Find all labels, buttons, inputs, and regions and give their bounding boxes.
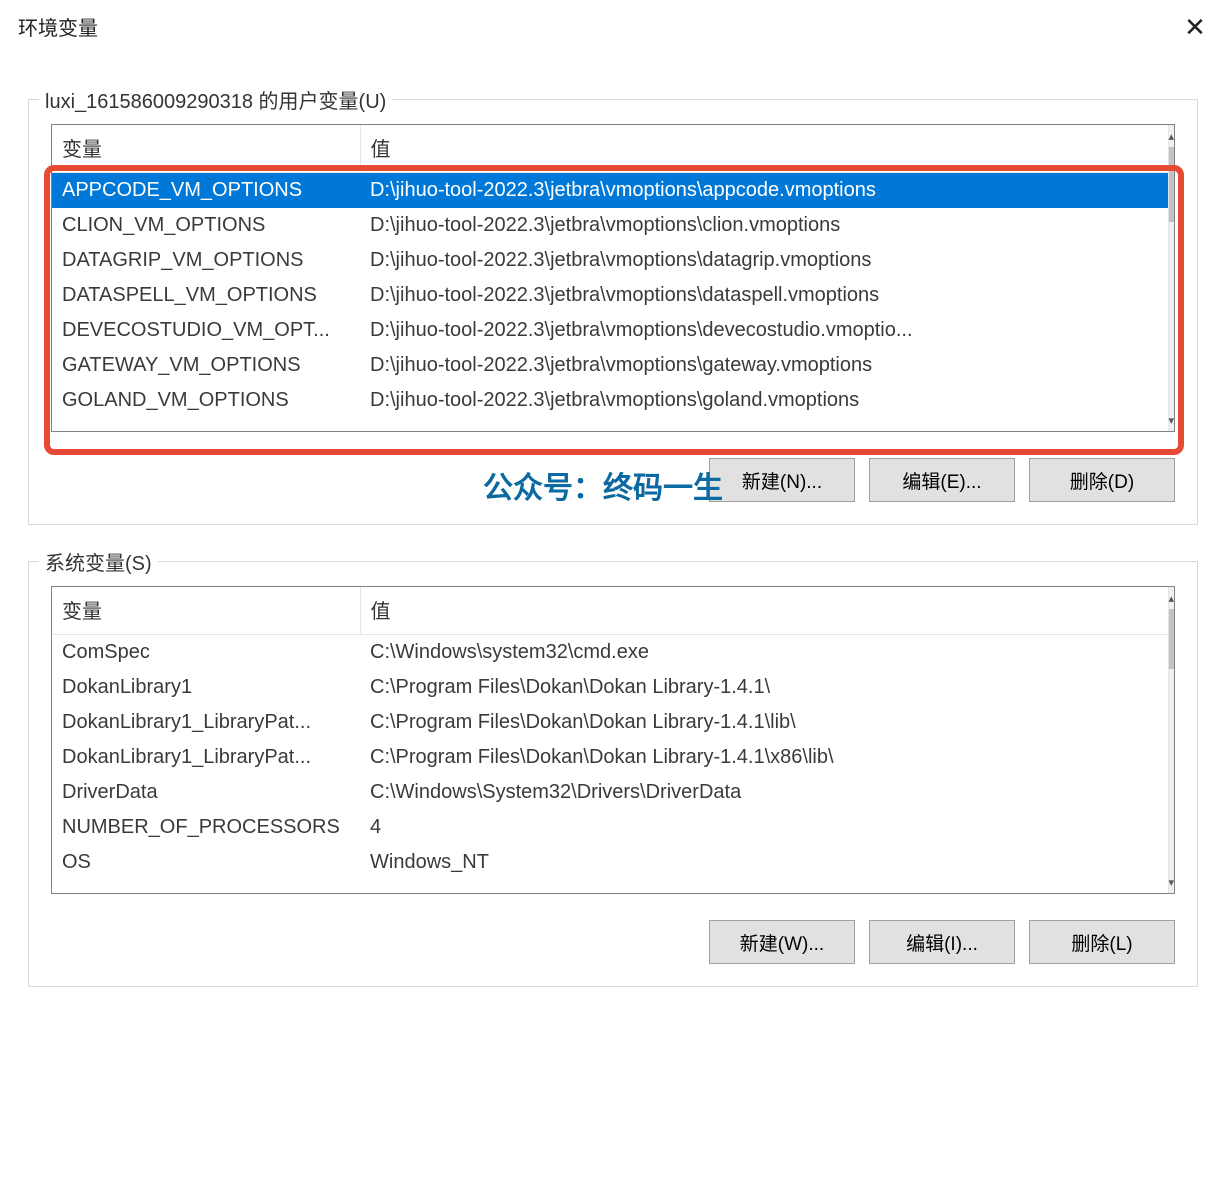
cell-variable: DriverData [52, 775, 360, 810]
scroll-down-icon[interactable]: ▾ [1169, 409, 1175, 431]
system-vars-group: 系统变量(S) 变量 值 ComSpecC:\Windows\system32\… [28, 561, 1198, 987]
table-row[interactable]: NUMBER_OF_PROCESSORS4 [52, 810, 1168, 845]
table-row[interactable]: DATASPELL_VM_OPTIONSD:\jihuo-tool-2022.3… [52, 278, 1168, 313]
system-scrollbar[interactable]: ▴ ▾ [1168, 587, 1175, 893]
cell-variable: CLION_VM_OPTIONS [52, 208, 360, 243]
table-row[interactable]: GOLAND_VM_OPTIONSD:\jihuo-tool-2022.3\je… [52, 383, 1168, 418]
cell-variable: DATASPELL_VM_OPTIONS [52, 278, 360, 313]
system-buttons-row: 新建(W)... 编辑(I)... 删除(L) [51, 920, 1175, 964]
cell-value: C:\Windows\System32\Drivers\DriverData [360, 775, 1168, 810]
table-row[interactable]: ComSpecC:\Windows\system32\cmd.exe [52, 635, 1168, 671]
user-buttons-row: 公众号：终码一生 新建(N)... 编辑(E)... 删除(D) [51, 458, 1175, 502]
user-vars-legend: luxi_161586009290318 的用户变量(U) [39, 85, 392, 114]
window-title: 环境变量 [18, 12, 98, 41]
cell-variable: OS [52, 845, 360, 880]
system-vars-legend: 系统变量(S) [39, 547, 158, 576]
cell-variable: APPCODE_VM_OPTIONS [52, 173, 360, 209]
user-new-button[interactable]: 新建(N)... [709, 458, 855, 502]
system-header-value[interactable]: 值 [360, 587, 1168, 635]
table-row[interactable]: OSWindows_NT [52, 845, 1168, 880]
cell-variable: GOLAND_VM_OPTIONS [52, 383, 360, 418]
cell-value: C:\Windows\system32\cmd.exe [360, 635, 1168, 671]
user-edit-button[interactable]: 编辑(E)... [869, 458, 1015, 502]
table-row[interactable]: DATAGRIP_VM_OPTIONSD:\jihuo-tool-2022.3\… [52, 243, 1168, 278]
cell-variable: DATAGRIP_VM_OPTIONS [52, 243, 360, 278]
table-row[interactable]: DokanLibrary1_LibraryPat...C:\Program Fi… [52, 740, 1168, 775]
cell-value: D:\jihuo-tool-2022.3\jetbra\vmoptions\cl… [360, 208, 1168, 243]
table-row[interactable]: GATEWAY_VM_OPTIONSD:\jihuo-tool-2022.3\j… [52, 348, 1168, 383]
user-header-variable[interactable]: 变量 [52, 125, 360, 173]
table-row[interactable]: DokanLibrary1_LibraryPat...C:\Program Fi… [52, 705, 1168, 740]
cell-value: C:\Program Files\Dokan\Dokan Library-1.4… [360, 670, 1168, 705]
cell-variable: DokanLibrary1 [52, 670, 360, 705]
cell-value: C:\Program Files\Dokan\Dokan Library-1.4… [360, 740, 1168, 775]
user-vars-table-wrap: 变量 值 APPCODE_VM_OPTIONSD:\jihuo-tool-202… [51, 124, 1175, 432]
cell-variable: NUMBER_OF_PROCESSORS [52, 810, 360, 845]
cell-value: D:\jihuo-tool-2022.3\jetbra\vmoptions\da… [360, 278, 1168, 313]
cell-variable: DEVECOSTUDIO_VM_OPT... [52, 313, 360, 348]
cell-variable: DokanLibrary1_LibraryPat... [52, 705, 360, 740]
scroll-up-icon[interactable]: ▴ [1169, 125, 1175, 147]
cell-value: D:\jihuo-tool-2022.3\jetbra\vmoptions\ga… [360, 348, 1168, 383]
system-new-button[interactable]: 新建(W)... [709, 920, 855, 964]
user-vars-table[interactable]: 变量 值 APPCODE_VM_OPTIONSD:\jihuo-tool-202… [52, 125, 1168, 418]
system-vars-table-wrap: 变量 值 ComSpecC:\Windows\system32\cmd.exeD… [51, 586, 1175, 894]
watermark-text: 公众号：终码一生 [483, 463, 723, 507]
scroll-thumb[interactable] [1169, 609, 1175, 669]
cell-value: D:\jihuo-tool-2022.3\jetbra\vmoptions\de… [360, 313, 1168, 348]
cell-variable: ComSpec [52, 635, 360, 671]
dialog-content: luxi_161586009290318 的用户变量(U) 变量 值 APPCO… [0, 47, 1226, 987]
table-row[interactable]: APPCODE_VM_OPTIONSD:\jihuo-tool-2022.3\j… [52, 173, 1168, 209]
cell-variable: GATEWAY_VM_OPTIONS [52, 348, 360, 383]
table-row[interactable]: DEVECOSTUDIO_VM_OPT...D:\jihuo-tool-2022… [52, 313, 1168, 348]
user-scrollbar[interactable]: ▴ ▾ [1168, 125, 1175, 431]
cell-value: D:\jihuo-tool-2022.3\jetbra\vmoptions\ap… [360, 173, 1168, 209]
user-vars-group: luxi_161586009290318 的用户变量(U) 变量 值 APPCO… [28, 99, 1198, 525]
cell-value: D:\jihuo-tool-2022.3\jetbra\vmoptions\go… [360, 383, 1168, 418]
table-row[interactable]: CLION_VM_OPTIONSD:\jihuo-tool-2022.3\jet… [52, 208, 1168, 243]
system-delete-button[interactable]: 删除(L) [1029, 920, 1175, 964]
system-header-variable[interactable]: 变量 [52, 587, 360, 635]
scroll-up-icon[interactable]: ▴ [1169, 587, 1175, 609]
cell-value: 4 [360, 810, 1168, 845]
system-edit-button[interactable]: 编辑(I)... [869, 920, 1015, 964]
close-icon[interactable]: ✕ [1178, 14, 1212, 40]
table-row[interactable]: DriverDataC:\Windows\System32\Drivers\Dr… [52, 775, 1168, 810]
system-vars-table[interactable]: 变量 值 ComSpecC:\Windows\system32\cmd.exeD… [52, 587, 1168, 880]
titlebar: 环境变量 ✕ [0, 0, 1226, 47]
cell-value: C:\Program Files\Dokan\Dokan Library-1.4… [360, 705, 1168, 740]
cell-value: Windows_NT [360, 845, 1168, 880]
scroll-down-icon[interactable]: ▾ [1169, 871, 1175, 893]
scroll-thumb[interactable] [1169, 147, 1175, 222]
user-delete-button[interactable]: 删除(D) [1029, 458, 1175, 502]
cell-variable: DokanLibrary1_LibraryPat... [52, 740, 360, 775]
cell-value: D:\jihuo-tool-2022.3\jetbra\vmoptions\da… [360, 243, 1168, 278]
table-row[interactable]: DokanLibrary1C:\Program Files\Dokan\Doka… [52, 670, 1168, 705]
user-header-value[interactable]: 值 [360, 125, 1168, 173]
